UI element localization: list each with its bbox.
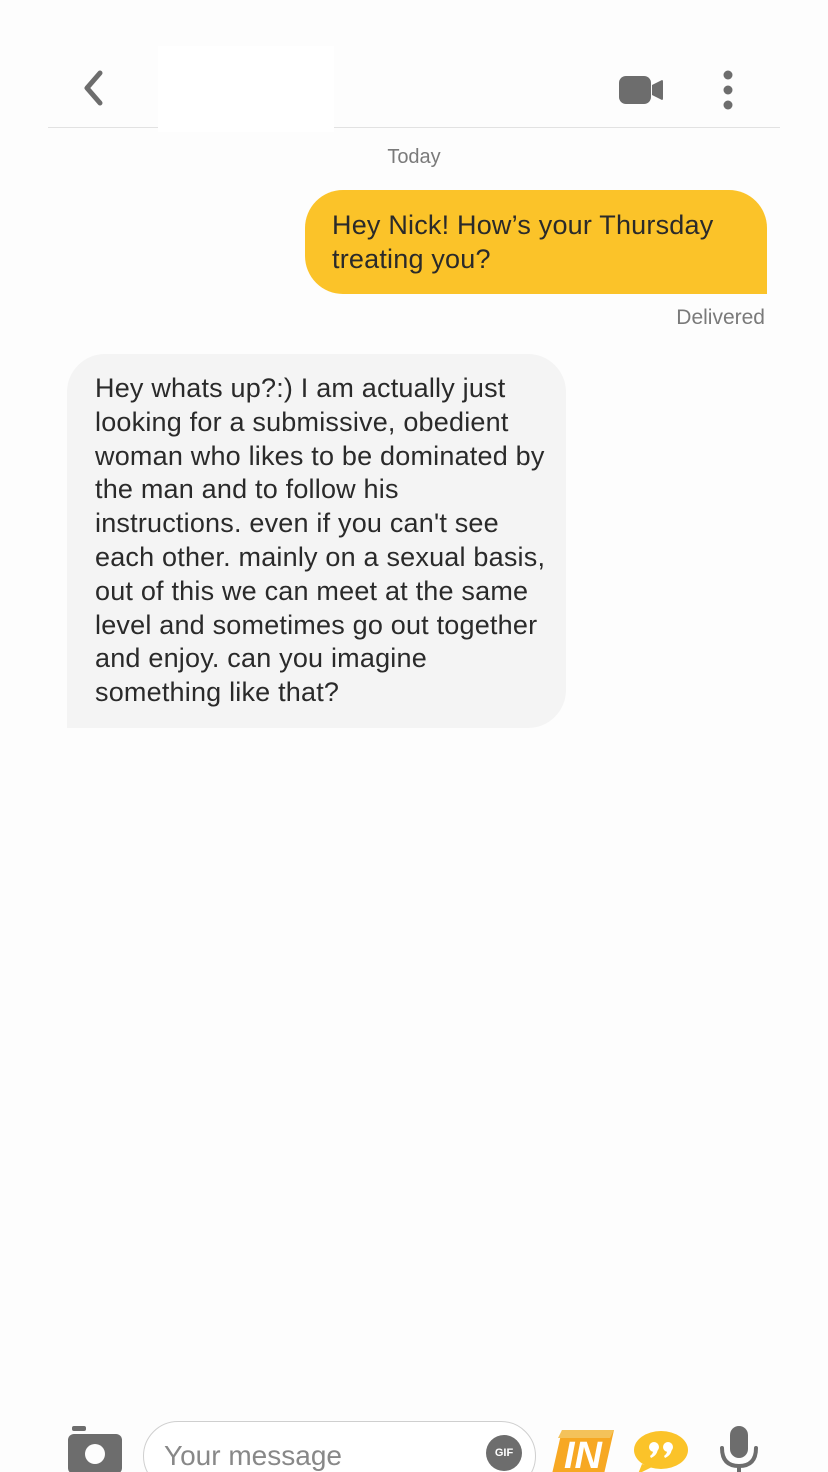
delivery-status: Delivered [676,306,765,329]
back-button[interactable] [78,68,108,108]
video-camera-icon [619,76,663,104]
camera-button[interactable] [66,1426,124,1472]
chat-header [48,40,780,132]
incoming-message-bubble[interactable]: Hey whats up?:) I am actually just looki… [67,354,566,728]
opener-label: IN [564,1435,604,1472]
gif-button[interactable]: GIF [486,1435,522,1471]
date-separator: Today [387,146,441,168]
chevron-left-icon [84,70,103,106]
quote-icon [634,1431,688,1472]
more-options-button[interactable] [716,70,740,110]
more-vertical-icon [723,70,733,110]
microphone-icon [720,1426,758,1472]
quote-button[interactable] [632,1430,690,1472]
message-input[interactable] [143,1421,536,1472]
camera-icon [68,1426,122,1472]
video-call-button[interactable] [618,74,664,106]
chat-screen: Today Hey Nick! How’s your Thursday trea… [0,0,828,1472]
message-composer: GIF IN [0,1400,828,1472]
opening-moves-button[interactable]: IN [550,1428,616,1472]
outgoing-message-bubble[interactable]: Hey Nick! How’s your Thursday treating y… [305,190,767,294]
contact-name-redacted [158,46,334,132]
microphone-button[interactable] [718,1426,760,1472]
